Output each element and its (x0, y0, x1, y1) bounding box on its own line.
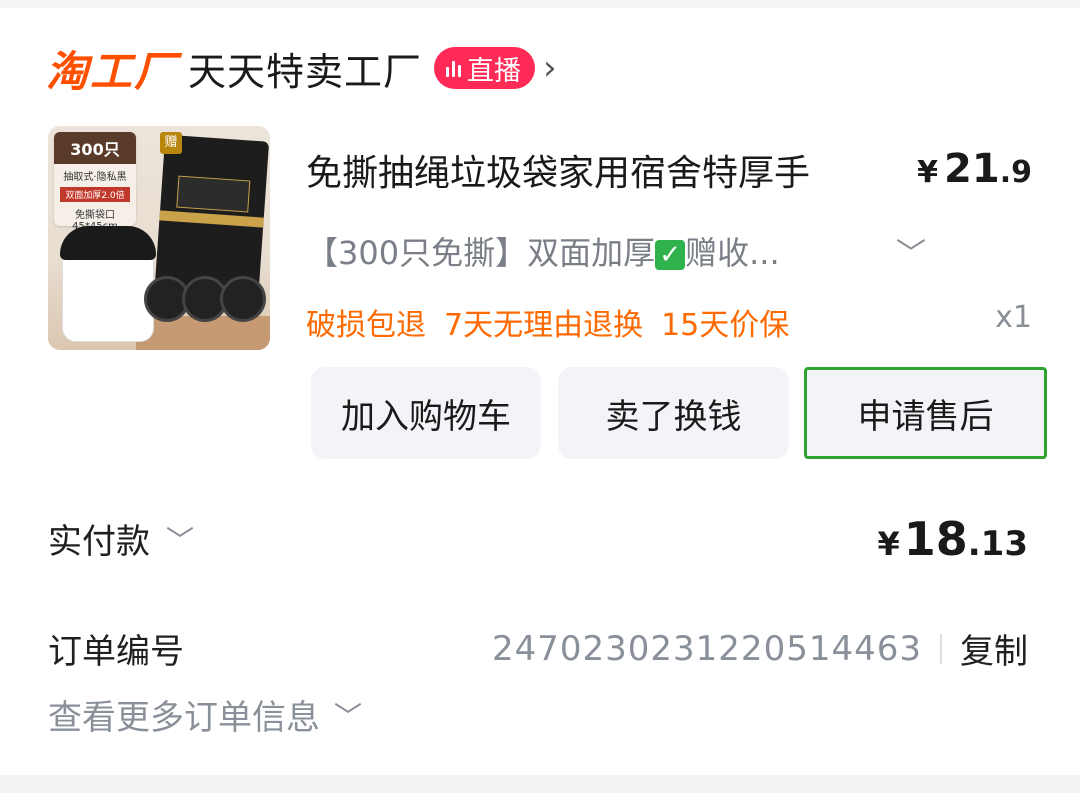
gift-tag: 赠 (160, 132, 182, 154)
service-tag: 7天无理由退换 (444, 308, 644, 343)
service-tags: 破损包退 7天无理由退换 15天价保 (306, 300, 789, 344)
quantity: x1 (995, 300, 1032, 335)
payment-label: 实付款 (48, 522, 150, 562)
sku-selector[interactable]: 【300只免撕】双面加厚 ✓ 赠收... ﹀ (306, 226, 926, 276)
brand-logo: 淘工厂 (46, 46, 179, 96)
product-title[interactable]: 免撕抽绳垃圾袋家用宿舍特厚手 (306, 144, 810, 196)
sku-text: 【300只免撕】双面加厚 ✓ 赠收... (306, 234, 780, 272)
chevron-right-icon[interactable]: › (543, 48, 557, 88)
more-order-info-label: 查看更多订单信息 (48, 698, 320, 738)
thumb-info-card: 300只 抽取式·隐私黑 双面加厚2.0倍 免撕袋口45*45cm (54, 132, 136, 232)
trash-bag-top (60, 226, 156, 260)
chevron-down-icon[interactable]: ﹀ (896, 229, 926, 273)
chevron-down-icon: ﹀ (166, 523, 195, 557)
live-badge[interactable]: 直播 (434, 47, 536, 89)
more-order-info-toggle[interactable]: 查看更多订单信息 ﹀ (48, 690, 362, 739)
shop-header[interactable]: 淘工厂 天天特卖工厂 直播 › (46, 40, 557, 96)
chevron-down-icon: ﹀ (334, 699, 363, 733)
bag-rolls-image (144, 276, 266, 322)
product-price: ¥21.9 (917, 146, 1032, 192)
live-bars-icon (446, 59, 462, 77)
package-image (154, 134, 270, 292)
divider (940, 633, 942, 664)
payment-amount: ¥18.13 (877, 512, 1028, 566)
service-tag: 破损包退 (306, 308, 426, 343)
sell-for-cash-button[interactable]: 卖了换钱 (558, 367, 789, 459)
shop-name[interactable]: 天天特卖工厂 (188, 41, 422, 96)
service-tag: 15天价保 (661, 308, 790, 343)
live-badge-label: 直播 (467, 55, 522, 87)
order-number: 2470230231220514463 (491, 628, 922, 669)
order-number-row: 2470230231220514463 复制 (492, 624, 1028, 673)
top-divider (0, 0, 1080, 8)
after-sales-button[interactable]: 申请售后 (804, 367, 1047, 459)
product-thumbnail[interactable]: 300只 抽取式·隐私黑 双面加厚2.0倍 免撕袋口45*45cm 赠 (48, 126, 270, 350)
bottom-divider (0, 775, 1080, 793)
payment-toggle[interactable]: 实付款 ﹀ (48, 514, 194, 563)
add-to-cart-button[interactable]: 加入购物车 (311, 367, 541, 459)
check-mark-icon: ✓ (655, 240, 686, 270)
copy-button[interactable]: 复制 (960, 624, 1028, 673)
order-number-label: 订单编号 (48, 632, 184, 672)
